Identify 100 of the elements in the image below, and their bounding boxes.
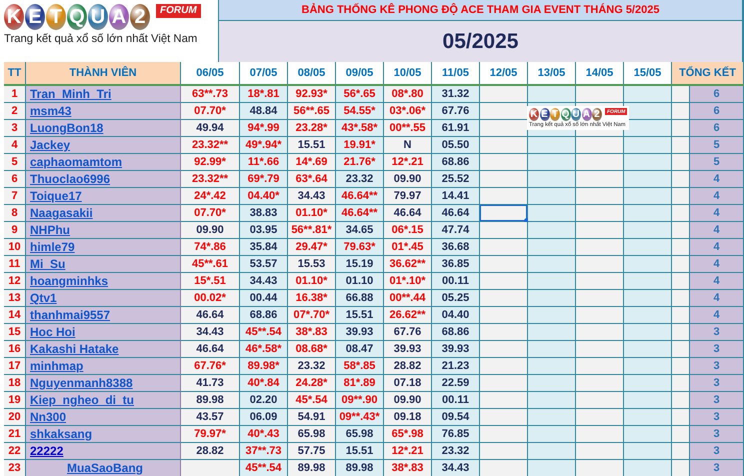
page-title: BẢNG THỐNG KÊ PHONG ĐỘ ACE THAM GIA EVENT THÁNG 5/2025: [219, 0, 742, 21]
member-link[interactable]: caphaomamtom: [30, 155, 122, 169]
table-cell: 69*.79: [240, 171, 288, 188]
table-cell: 02.20: [240, 392, 288, 409]
member-link[interactable]: Naagasakii: [30, 206, 93, 220]
table-cell: 68.86: [240, 307, 288, 324]
total-cell: 4: [690, 290, 744, 307]
member-link[interactable]: Toique17: [30, 189, 82, 203]
table-cell: 15.51: [288, 137, 336, 154]
table-cell: 15.19: [336, 256, 384, 273]
member-link[interactable]: NHPhu: [30, 223, 70, 237]
member-link[interactable]: Thuoclao6996: [30, 172, 110, 186]
table-cell: 89.98: [336, 460, 384, 476]
table-cell: 36.68: [432, 239, 480, 256]
table-cell: 39.93: [336, 324, 384, 341]
member-link[interactable]: Tran_Minh_Tri: [30, 87, 112, 101]
member-link[interactable]: Kiep_ngheo_di_tu: [30, 393, 134, 407]
table-cell: 46.64: [384, 205, 432, 222]
table-cell: 07.18: [384, 375, 432, 392]
table-cell: 15.53: [288, 256, 336, 273]
total-cell: 3: [690, 409, 744, 426]
table-cell: 01.10*: [288, 273, 336, 290]
table-cell: 39.93: [432, 341, 480, 358]
table-cell: 18*.81: [240, 86, 288, 103]
table-cell: 19.91*: [336, 137, 384, 154]
table-cell: 26.62**: [384, 307, 432, 324]
table-cell: 28.82: [384, 358, 432, 375]
table-cell: 37**.73: [240, 443, 288, 460]
logo-letter: T: [46, 4, 66, 30]
table-cell: 45*.54: [288, 392, 336, 409]
member-link[interactable]: Jackey: [30, 138, 70, 152]
row-number: 7: [4, 188, 26, 205]
member-link[interactable]: LuongBon18: [30, 121, 104, 135]
row-number: 19: [4, 392, 26, 409]
member-link[interactable]: Hoc Hoi: [30, 325, 76, 339]
table-cell: 39.93: [384, 341, 432, 358]
row-number: 1: [4, 86, 26, 103]
total-cell: 3: [690, 392, 744, 409]
member-link[interactable]: himle79: [30, 240, 75, 254]
table-cell: 46*.58*: [240, 341, 288, 358]
logo-letter: U: [88, 4, 108, 30]
table-cell: 06*.15: [384, 222, 432, 239]
member-link[interactable]: Mi_Su: [30, 257, 66, 271]
member-link[interactable]: minhmap: [30, 359, 84, 373]
column-header: TT: [4, 62, 26, 84]
member-link[interactable]: hoangminhks: [30, 274, 108, 288]
table-cell: 21.23: [432, 358, 480, 375]
table-cell: 01.10: [336, 273, 384, 290]
logo-letter: E: [25, 4, 45, 30]
table-cell: 36.85: [432, 256, 480, 273]
table-cell: 23.32: [288, 358, 336, 375]
table-cell: 48.84: [240, 103, 288, 120]
row-number: 20: [4, 409, 26, 426]
column-header: TỔNG KẾT: [672, 62, 744, 84]
member-link[interactable]: 22222: [30, 444, 64, 458]
table-cell: 04.40*: [240, 188, 288, 205]
row-number: 17: [4, 358, 26, 375]
row-number: 8: [4, 205, 26, 222]
table-cell: 16.38*: [288, 290, 336, 307]
table-cell: 01*.45: [384, 239, 432, 256]
table-cell: 05.25: [432, 290, 480, 307]
row-number: 18: [4, 375, 26, 392]
table-cell: 00.11: [432, 392, 480, 409]
table-cell: 00.02*: [181, 290, 240, 307]
table-cell: N: [384, 137, 432, 154]
table-cell: 65.98: [336, 426, 384, 443]
total-cell: 6: [690, 120, 744, 137]
table-cell: 46.64**: [336, 188, 384, 205]
table-cell: 65*.98: [384, 426, 432, 443]
table-cell: 23.32**: [181, 171, 240, 188]
table-cell: 63**.73: [181, 86, 240, 103]
table-cell: 57.75: [288, 443, 336, 460]
member-link[interactable]: thanhmai9557: [30, 308, 110, 322]
table-cell: 74*.86: [181, 239, 240, 256]
table-cell: 92.93*: [288, 86, 336, 103]
table-cell: 79.63*: [336, 239, 384, 256]
table-cell: 76.85: [432, 426, 480, 443]
table-cell: 09.90: [181, 222, 240, 239]
member-link[interactable]: Nguyenmanh8388: [30, 376, 133, 390]
table-cell: 23.32: [336, 171, 384, 188]
table-cell: 34.43: [288, 188, 336, 205]
table-cell: 07.70*: [181, 205, 240, 222]
member-link[interactable]: shkaksang: [30, 427, 92, 441]
member-link[interactable]: Kakashi Hatake: [30, 342, 119, 356]
table-cell: 09.18: [384, 409, 432, 426]
logo-letter: Q: [67, 4, 87, 30]
member-link[interactable]: msm43: [30, 104, 72, 118]
logo-letter: E: [540, 108, 550, 121]
member-link[interactable]: MuaSaoBang: [66, 461, 143, 475]
total-cell: 3: [690, 358, 744, 375]
logo-letter: K: [4, 4, 24, 30]
table-cell: 07.70*: [181, 103, 240, 120]
table-cell: 05.50: [432, 137, 480, 154]
table-cell: 40*.84: [240, 375, 288, 392]
total-cell: 4: [690, 188, 744, 205]
table-cell: 06.09: [240, 409, 288, 426]
table-cell: 29.47*: [288, 239, 336, 256]
member-link[interactable]: Qtv1: [30, 291, 57, 305]
member-link[interactable]: Nn300: [30, 410, 66, 424]
table-cell: 38.83: [240, 205, 288, 222]
